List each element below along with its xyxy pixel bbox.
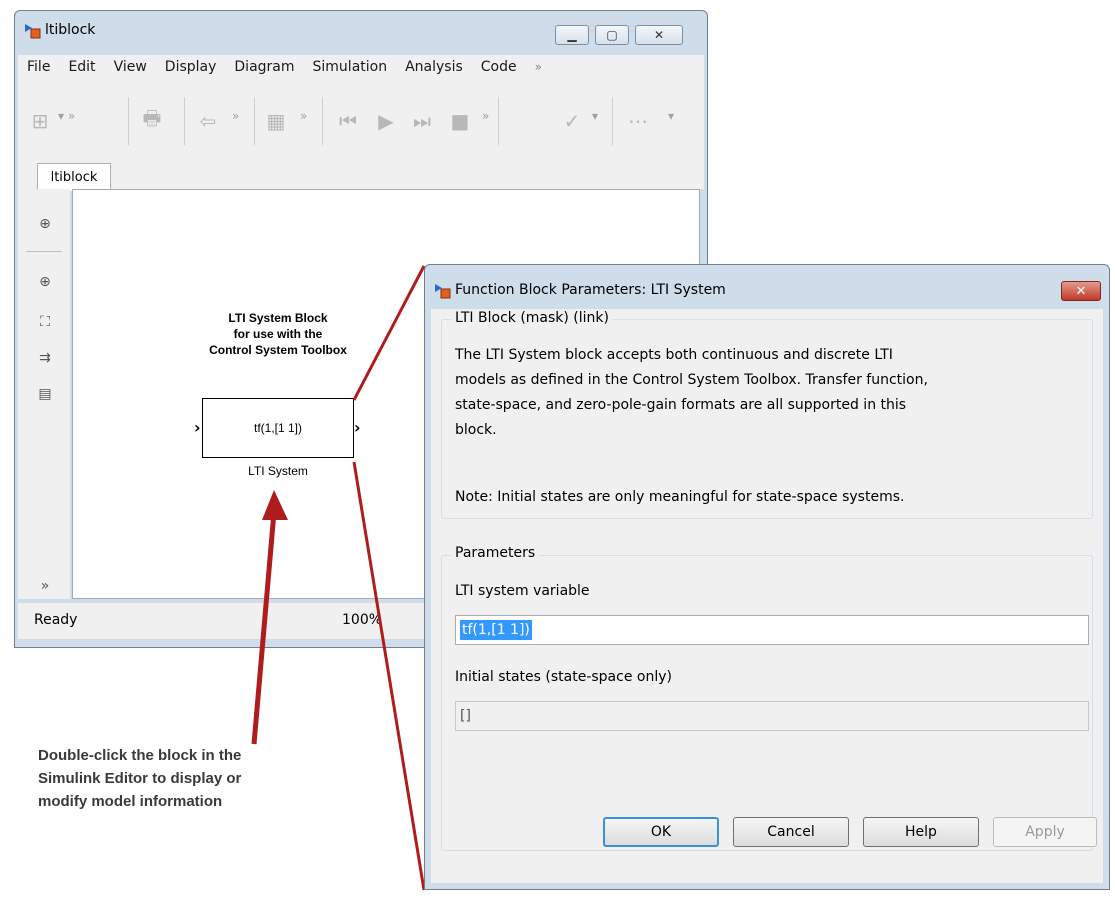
close-button[interactable]: ✕ bbox=[635, 25, 683, 45]
dialog-body: LTI Block (mask) (link) The LTI System b… bbox=[431, 309, 1103, 883]
block-parameters-dialog: Function Block Parameters: LTI System ✕ … bbox=[424, 264, 1110, 890]
palette-divider bbox=[26, 251, 62, 252]
maximize-button[interactable]: ▢ bbox=[595, 25, 629, 45]
ok-button[interactable]: OK bbox=[603, 817, 719, 847]
annotation-line1: Double-click the block in the bbox=[38, 747, 242, 764]
description-line3: state-space, and zero-pole-gain formats … bbox=[455, 397, 907, 413]
model-advisor-icon[interactable]: ✓ bbox=[558, 107, 586, 135]
menu-display[interactable]: Display bbox=[156, 59, 226, 75]
step-forward-icon[interactable]: ⏭ bbox=[408, 107, 436, 135]
description-line2: models as defined in the Control System … bbox=[455, 372, 928, 388]
block-caption-line2: for use with the bbox=[233, 327, 323, 341]
build-dropdown-icon[interactable]: ▾ bbox=[668, 109, 674, 123]
initial-states-value: [] bbox=[460, 708, 471, 724]
library-overflow-icon[interactable]: » bbox=[300, 109, 307, 123]
run-icon[interactable]: ▶ bbox=[372, 107, 400, 135]
toolbar-separator bbox=[498, 97, 499, 145]
hide-explorer-icon[interactable]: ⊕ bbox=[34, 213, 56, 235]
block-description: The LTI System block accepts both contin… bbox=[455, 343, 1095, 443]
signal-flow-icon[interactable]: ⇉ bbox=[34, 347, 56, 369]
initial-states-field[interactable]: [] bbox=[455, 701, 1089, 731]
dialog-title: Function Block Parameters: LTI System bbox=[455, 282, 726, 298]
annotation-text: Double-click the block in the Simulink E… bbox=[38, 744, 378, 813]
parameters-group-label: Parameters bbox=[451, 545, 540, 561]
tab-strip bbox=[18, 161, 704, 189]
editor-title: ltiblock bbox=[45, 22, 96, 38]
lti-variable-label: LTI system variable bbox=[455, 583, 590, 599]
simulink-app-icon bbox=[23, 21, 41, 39]
back-overflow-icon[interactable]: » bbox=[232, 109, 239, 123]
input-port-icon: › bbox=[194, 418, 201, 437]
menu-diagram[interactable]: Diagram bbox=[225, 59, 303, 75]
menu-analysis[interactable]: Analysis bbox=[396, 59, 472, 75]
lti-variable-field[interactable]: tf(1,[1 1]) bbox=[455, 615, 1089, 645]
lti-variable-value: tf(1,[1 1]) bbox=[460, 620, 532, 640]
left-palette: ⊕ ⊕ ⛶ ⇉ ▤ » bbox=[18, 189, 70, 599]
apply-button[interactable]: Apply bbox=[993, 817, 1097, 847]
dialog-app-icon bbox=[433, 281, 451, 303]
new-model-icon[interactable]: ⊞ bbox=[26, 107, 54, 135]
annotation-line2: Simulink Editor to display or bbox=[38, 770, 242, 787]
cancel-button[interactable]: Cancel bbox=[733, 817, 849, 847]
advisor-dropdown-icon[interactable]: ▾ bbox=[592, 109, 598, 123]
editor-titlebar: ltiblock bbox=[23, 17, 95, 43]
menu-simulation[interactable]: Simulation bbox=[304, 59, 397, 75]
back-icon[interactable]: ⇦ bbox=[194, 107, 222, 135]
block-caption-line3: Control System Toolbox bbox=[209, 343, 347, 357]
dialog-close-button[interactable]: ✕ bbox=[1061, 281, 1101, 301]
zoom-icon[interactable]: ⊕ bbox=[34, 271, 56, 293]
sim-overflow-icon[interactable]: » bbox=[482, 109, 489, 123]
fit-to-view-icon[interactable]: ⛶ bbox=[34, 311, 56, 333]
menu-edit[interactable]: Edit bbox=[59, 59, 104, 75]
expand-palette-icon[interactable]: » bbox=[34, 575, 56, 597]
annotation-icon[interactable]: ▤ bbox=[34, 383, 56, 405]
toolbar-separator bbox=[184, 97, 185, 145]
toolbar-separator bbox=[612, 97, 613, 145]
print-icon[interactable]: 🖶 bbox=[138, 106, 166, 135]
toolbar: ⊞ ▾ » 🖶 ⇦ » ▦ » ⏮ ▶ ⏭ ■ » ✓ ▾ ⋯ ▾ bbox=[18, 79, 704, 162]
block-caption: LTI System Block for use with the Contro… bbox=[168, 310, 388, 358]
menu-view[interactable]: View bbox=[105, 59, 156, 75]
zoom-level: 100% bbox=[342, 612, 383, 628]
menu-code[interactable]: Code bbox=[472, 59, 526, 75]
library-browser-icon[interactable]: ▦ bbox=[262, 107, 290, 135]
initial-states-note: Note: Initial states are only meaningful… bbox=[455, 489, 905, 505]
initial-states-label: Initial states (state-space only) bbox=[455, 669, 672, 685]
toolbar-separator bbox=[254, 97, 255, 145]
block-caption-line1: LTI System Block bbox=[228, 311, 328, 325]
menu-file[interactable]: File bbox=[18, 59, 59, 75]
build-icon[interactable]: ⋯ bbox=[624, 107, 652, 135]
menu-overflow[interactable]: » bbox=[526, 60, 551, 74]
toolbar-separator bbox=[128, 97, 129, 145]
output-port-icon: › bbox=[354, 418, 361, 437]
new-dropdown-icon[interactable]: ▾ » bbox=[58, 109, 75, 123]
step-back-icon[interactable]: ⏮ bbox=[334, 107, 362, 135]
mask-group-label: LTI Block (mask) (link) bbox=[451, 310, 613, 326]
tab-ltiblock[interactable]: ltiblock bbox=[37, 163, 111, 191]
lti-system-block[interactable]: tf(1,[1 1]) bbox=[202, 398, 354, 458]
block-expression: tf(1,[1 1]) bbox=[253, 421, 303, 435]
menu-bar: File Edit View Display Diagram Simulatio… bbox=[18, 55, 704, 79]
stop-icon[interactable]: ■ bbox=[446, 107, 474, 135]
description-line4: block. bbox=[455, 422, 497, 438]
annotation-line3: modify model information bbox=[38, 793, 223, 810]
status-text: Ready bbox=[34, 612, 78, 628]
block-name: LTI System bbox=[248, 464, 308, 478]
help-button[interactable]: Help bbox=[863, 817, 979, 847]
minimize-button[interactable]: ▁ bbox=[555, 25, 589, 45]
description-line1: The LTI System block accepts both contin… bbox=[455, 347, 893, 363]
toolbar-separator bbox=[322, 97, 323, 145]
